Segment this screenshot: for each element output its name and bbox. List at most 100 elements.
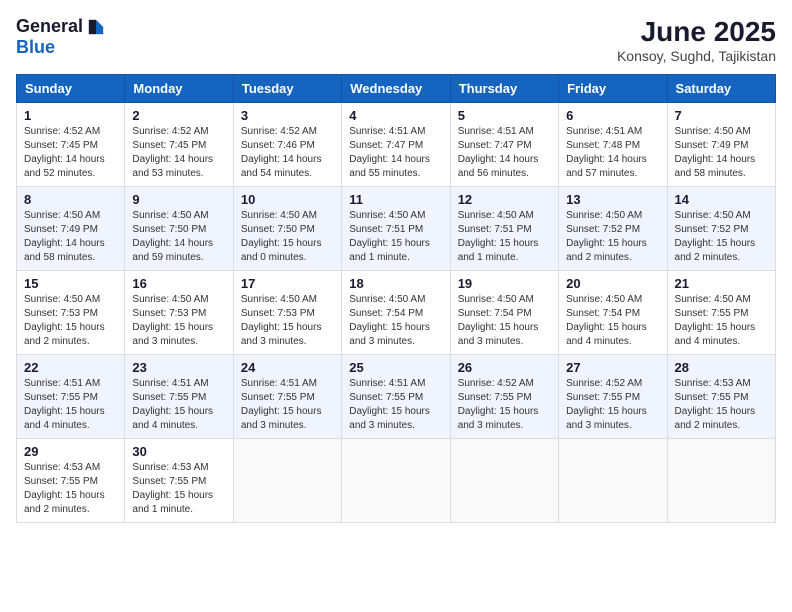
day-info: Sunrise: 4:52 AMSunset: 7:46 PMDaylight:… [241, 126, 322, 179]
day-number: 29 [24, 444, 117, 459]
table-row: 17 Sunrise: 4:50 AMSunset: 7:53 PMDaylig… [233, 271, 341, 355]
calendar-header-monday: Monday [125, 75, 233, 103]
day-info: Sunrise: 4:52 AMSunset: 7:55 PMDaylight:… [566, 378, 647, 431]
day-info: Sunrise: 4:50 AMSunset: 7:52 PMDaylight:… [566, 210, 647, 263]
day-number: 3 [241, 108, 334, 123]
day-number: 16 [132, 276, 225, 291]
table-row: 22 Sunrise: 4:51 AMSunset: 7:55 PMDaylig… [17, 355, 125, 439]
day-number: 21 [675, 276, 768, 291]
table-row [559, 439, 667, 523]
location-subtitle: Konsoy, Sughd, Tajikistan [617, 48, 776, 64]
table-row: 23 Sunrise: 4:51 AMSunset: 7:55 PMDaylig… [125, 355, 233, 439]
table-row: 21 Sunrise: 4:50 AMSunset: 7:55 PMDaylig… [667, 271, 775, 355]
month-year-title: June 2025 [617, 16, 776, 48]
day-number: 27 [566, 360, 659, 375]
day-info: Sunrise: 4:51 AMSunset: 7:47 PMDaylight:… [349, 126, 430, 179]
day-number: 4 [349, 108, 442, 123]
table-row: 28 Sunrise: 4:53 AMSunset: 7:55 PMDaylig… [667, 355, 775, 439]
day-info: Sunrise: 4:50 AMSunset: 7:55 PMDaylight:… [675, 294, 756, 347]
day-info: Sunrise: 4:51 AMSunset: 7:55 PMDaylight:… [24, 378, 105, 431]
calendar-table: SundayMondayTuesdayWednesdayThursdayFrid… [16, 74, 776, 523]
table-row: 12 Sunrise: 4:50 AMSunset: 7:51 PMDaylig… [450, 187, 558, 271]
calendar-week-row: 8 Sunrise: 4:50 AMSunset: 7:49 PMDayligh… [17, 187, 776, 271]
day-info: Sunrise: 4:51 AMSunset: 7:55 PMDaylight:… [241, 378, 322, 431]
day-info: Sunrise: 4:51 AMSunset: 7:55 PMDaylight:… [132, 378, 213, 431]
table-row [342, 439, 450, 523]
calendar-header-wednesday: Wednesday [342, 75, 450, 103]
calendar-week-row: 29 Sunrise: 4:53 AMSunset: 7:55 PMDaylig… [17, 439, 776, 523]
table-row: 2 Sunrise: 4:52 AMSunset: 7:45 PMDayligh… [125, 103, 233, 187]
day-info: Sunrise: 4:50 AMSunset: 7:52 PMDaylight:… [675, 210, 756, 263]
table-row: 24 Sunrise: 4:51 AMSunset: 7:55 PMDaylig… [233, 355, 341, 439]
day-info: Sunrise: 4:50 AMSunset: 7:49 PMDaylight:… [675, 126, 756, 179]
calendar-header-thursday: Thursday [450, 75, 558, 103]
day-number: 5 [458, 108, 551, 123]
day-number: 2 [132, 108, 225, 123]
day-number: 19 [458, 276, 551, 291]
table-row: 30 Sunrise: 4:53 AMSunset: 7:55 PMDaylig… [125, 439, 233, 523]
table-row: 26 Sunrise: 4:52 AMSunset: 7:55 PMDaylig… [450, 355, 558, 439]
table-row [450, 439, 558, 523]
table-row: 5 Sunrise: 4:51 AMSunset: 7:47 PMDayligh… [450, 103, 558, 187]
table-row: 19 Sunrise: 4:50 AMSunset: 7:54 PMDaylig… [450, 271, 558, 355]
day-number: 15 [24, 276, 117, 291]
day-number: 17 [241, 276, 334, 291]
calendar-header-row: SundayMondayTuesdayWednesdayThursdayFrid… [17, 75, 776, 103]
table-row: 7 Sunrise: 4:50 AMSunset: 7:49 PMDayligh… [667, 103, 775, 187]
day-number: 12 [458, 192, 551, 207]
day-info: Sunrise: 4:50 AMSunset: 7:49 PMDaylight:… [24, 210, 105, 263]
day-info: Sunrise: 4:51 AMSunset: 7:47 PMDaylight:… [458, 126, 539, 179]
day-info: Sunrise: 4:50 AMSunset: 7:50 PMDaylight:… [132, 210, 213, 263]
calendar-week-row: 22 Sunrise: 4:51 AMSunset: 7:55 PMDaylig… [17, 355, 776, 439]
table-row: 6 Sunrise: 4:51 AMSunset: 7:48 PMDayligh… [559, 103, 667, 187]
day-number: 23 [132, 360, 225, 375]
table-row: 1 Sunrise: 4:52 AMSunset: 7:45 PMDayligh… [17, 103, 125, 187]
table-row: 18 Sunrise: 4:50 AMSunset: 7:54 PMDaylig… [342, 271, 450, 355]
table-row: 11 Sunrise: 4:50 AMSunset: 7:51 PMDaylig… [342, 187, 450, 271]
calendar-header-sunday: Sunday [17, 75, 125, 103]
table-row: 10 Sunrise: 4:50 AMSunset: 7:50 PMDaylig… [233, 187, 341, 271]
day-number: 1 [24, 108, 117, 123]
calendar-header-tuesday: Tuesday [233, 75, 341, 103]
table-row: 13 Sunrise: 4:50 AMSunset: 7:52 PMDaylig… [559, 187, 667, 271]
day-info: Sunrise: 4:50 AMSunset: 7:51 PMDaylight:… [458, 210, 539, 263]
day-info: Sunrise: 4:51 AMSunset: 7:48 PMDaylight:… [566, 126, 647, 179]
day-number: 13 [566, 192, 659, 207]
logo: General Blue [16, 16, 105, 58]
day-info: Sunrise: 4:52 AMSunset: 7:55 PMDaylight:… [458, 378, 539, 431]
day-number: 30 [132, 444, 225, 459]
table-row: 16 Sunrise: 4:50 AMSunset: 7:53 PMDaylig… [125, 271, 233, 355]
table-row: 25 Sunrise: 4:51 AMSunset: 7:55 PMDaylig… [342, 355, 450, 439]
calendar-week-row: 1 Sunrise: 4:52 AMSunset: 7:45 PMDayligh… [17, 103, 776, 187]
day-info: Sunrise: 4:52 AMSunset: 7:45 PMDaylight:… [132, 126, 213, 179]
day-number: 10 [241, 192, 334, 207]
day-info: Sunrise: 4:51 AMSunset: 7:55 PMDaylight:… [349, 378, 430, 431]
day-info: Sunrise: 4:53 AMSunset: 7:55 PMDaylight:… [132, 462, 213, 515]
day-number: 25 [349, 360, 442, 375]
day-info: Sunrise: 4:50 AMSunset: 7:50 PMDaylight:… [241, 210, 322, 263]
day-number: 6 [566, 108, 659, 123]
day-info: Sunrise: 4:50 AMSunset: 7:53 PMDaylight:… [132, 294, 213, 347]
table-row: 8 Sunrise: 4:50 AMSunset: 7:49 PMDayligh… [17, 187, 125, 271]
day-info: Sunrise: 4:50 AMSunset: 7:54 PMDaylight:… [566, 294, 647, 347]
day-number: 24 [241, 360, 334, 375]
table-row: 15 Sunrise: 4:50 AMSunset: 7:53 PMDaylig… [17, 271, 125, 355]
page-header: General Blue June 2025 Konsoy, Sughd, Ta… [16, 16, 776, 64]
table-row: 4 Sunrise: 4:51 AMSunset: 7:47 PMDayligh… [342, 103, 450, 187]
day-info: Sunrise: 4:53 AMSunset: 7:55 PMDaylight:… [24, 462, 105, 515]
logo-blue: Blue [16, 37, 55, 58]
day-info: Sunrise: 4:50 AMSunset: 7:53 PMDaylight:… [241, 294, 322, 347]
day-info: Sunrise: 4:50 AMSunset: 7:51 PMDaylight:… [349, 210, 430, 263]
table-row: 14 Sunrise: 4:50 AMSunset: 7:52 PMDaylig… [667, 187, 775, 271]
day-number: 28 [675, 360, 768, 375]
calendar-header-saturday: Saturday [667, 75, 775, 103]
day-info: Sunrise: 4:52 AMSunset: 7:45 PMDaylight:… [24, 126, 105, 179]
table-row [233, 439, 341, 523]
day-info: Sunrise: 4:50 AMSunset: 7:54 PMDaylight:… [349, 294, 430, 347]
logo-general: General [16, 16, 83, 37]
calendar-header-friday: Friday [559, 75, 667, 103]
calendar-week-row: 15 Sunrise: 4:50 AMSunset: 7:53 PMDaylig… [17, 271, 776, 355]
day-info: Sunrise: 4:50 AMSunset: 7:53 PMDaylight:… [24, 294, 105, 347]
day-number: 22 [24, 360, 117, 375]
table-row: 29 Sunrise: 4:53 AMSunset: 7:55 PMDaylig… [17, 439, 125, 523]
